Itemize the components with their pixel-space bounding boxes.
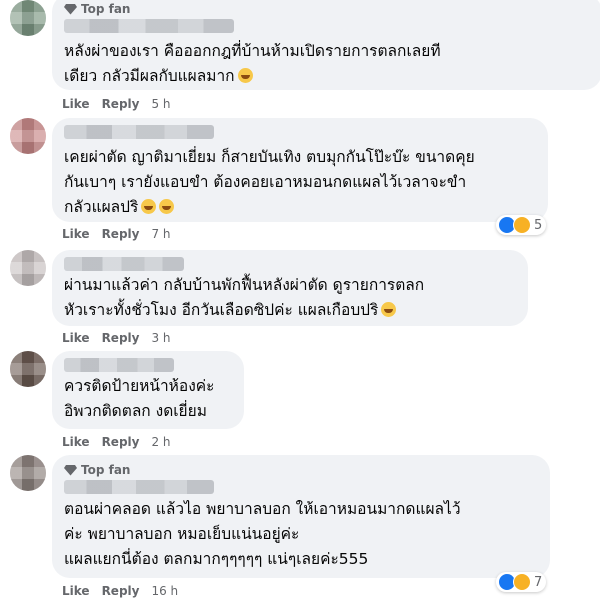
avatar[interactable]	[10, 250, 46, 286]
avatar[interactable]	[10, 0, 46, 36]
comment-actions: Like Reply 7 h	[62, 227, 171, 241]
haha-reaction-icon	[513, 216, 531, 234]
reaction-count: 7	[534, 574, 543, 590]
avatar[interactable]	[10, 118, 46, 154]
author-name-blurred[interactable]	[64, 19, 234, 33]
author-name-blurred[interactable]	[64, 257, 184, 271]
author-name-blurred[interactable]	[64, 125, 214, 139]
comment-bubble: เคยผ่าตัด ญาติมาเยี่ยม ก็สายบันเทิง ตบมุ…	[52, 118, 548, 222]
comment-text: หลังผ่าของเรา คือออกกฎที่บ้านห้ามเปิดราย…	[64, 42, 441, 85]
emoji-icon	[381, 302, 397, 317]
reaction-count: 5	[534, 217, 543, 233]
comment-text: ผ่านมาแล้วค่า กลับบ้านพักฟื้นหลังผ่าตัด …	[64, 276, 425, 319]
comment-actions: Like Reply 5 h	[62, 97, 171, 111]
comment-bubble: ผ่านมาแล้วค่า กลับบ้านพักฟื้นหลังผ่าตัด …	[52, 250, 528, 326]
top-fan-label: Top fan	[81, 463, 131, 477]
like-link[interactable]: Like	[62, 435, 90, 449]
reply-link[interactable]: Reply	[102, 227, 140, 241]
comment-time[interactable]: 16 h	[151, 584, 178, 598]
author-name-blurred[interactable]	[64, 358, 174, 372]
avatar[interactable]	[10, 351, 46, 387]
emoji-icon	[141, 199, 157, 214]
comment-time[interactable]: 2 h	[151, 435, 170, 449]
comment-time[interactable]: 7 h	[151, 227, 170, 241]
like-link[interactable]: Like	[62, 227, 90, 241]
emoji-icon	[237, 68, 253, 83]
comment-actions: Like Reply 3 h	[62, 331, 171, 345]
reply-link[interactable]: Reply	[102, 584, 140, 598]
comment-text: ตอนผ่าคลอด แล้วไอ พยาบาลบอก ให้เอาหมอนมา…	[64, 500, 461, 568]
comment-actions: Like Reply 16 h	[62, 584, 178, 598]
like-link[interactable]: Like	[62, 331, 90, 345]
top-fan-badge: Top fan	[64, 1, 590, 17]
top-fan-label: Top fan	[81, 2, 131, 16]
reply-link[interactable]: Reply	[102, 331, 140, 345]
comment-bubble: Top fan หลังผ่าของเรา คือออกกฎที่บ้านห้า…	[52, 0, 600, 90]
comment-time[interactable]: 5 h	[151, 97, 170, 111]
like-link[interactable]: Like	[62, 97, 90, 111]
top-fan-diamond-icon	[64, 465, 77, 476]
reaction-summary[interactable]: 5	[496, 215, 547, 235]
reply-link[interactable]: Reply	[102, 435, 140, 449]
top-fan-diamond-icon	[64, 4, 77, 15]
comment-bubble: Top fan ตอนผ่าคลอด แล้วไอ พยาบาลบอก ให้เ…	[52, 455, 550, 578]
author-name-blurred[interactable]	[64, 480, 214, 494]
haha-reaction-icon	[513, 573, 531, 591]
top-fan-badge: Top fan	[64, 462, 538, 478]
comment-text: เคยผ่าตัด ญาติมาเยี่ยม ก็สายบันเทิง ตบมุ…	[64, 148, 475, 216]
comment-bubble: ควรติดป้ายหน้าห้องค่ะ อิพวกติดตลก งดเยี่…	[52, 351, 244, 429]
comment-text: ควรติดป้ายหน้าห้องค่ะ อิพวกติดตลก งดเยี่…	[64, 377, 215, 420]
reply-link[interactable]: Reply	[102, 97, 140, 111]
emoji-icon	[159, 199, 175, 214]
like-link[interactable]: Like	[62, 584, 90, 598]
comment-time[interactable]: 3 h	[151, 331, 170, 345]
comment-actions: Like Reply 2 h	[62, 435, 171, 449]
reaction-summary[interactable]: 7	[496, 572, 547, 592]
avatar[interactable]	[10, 455, 46, 491]
